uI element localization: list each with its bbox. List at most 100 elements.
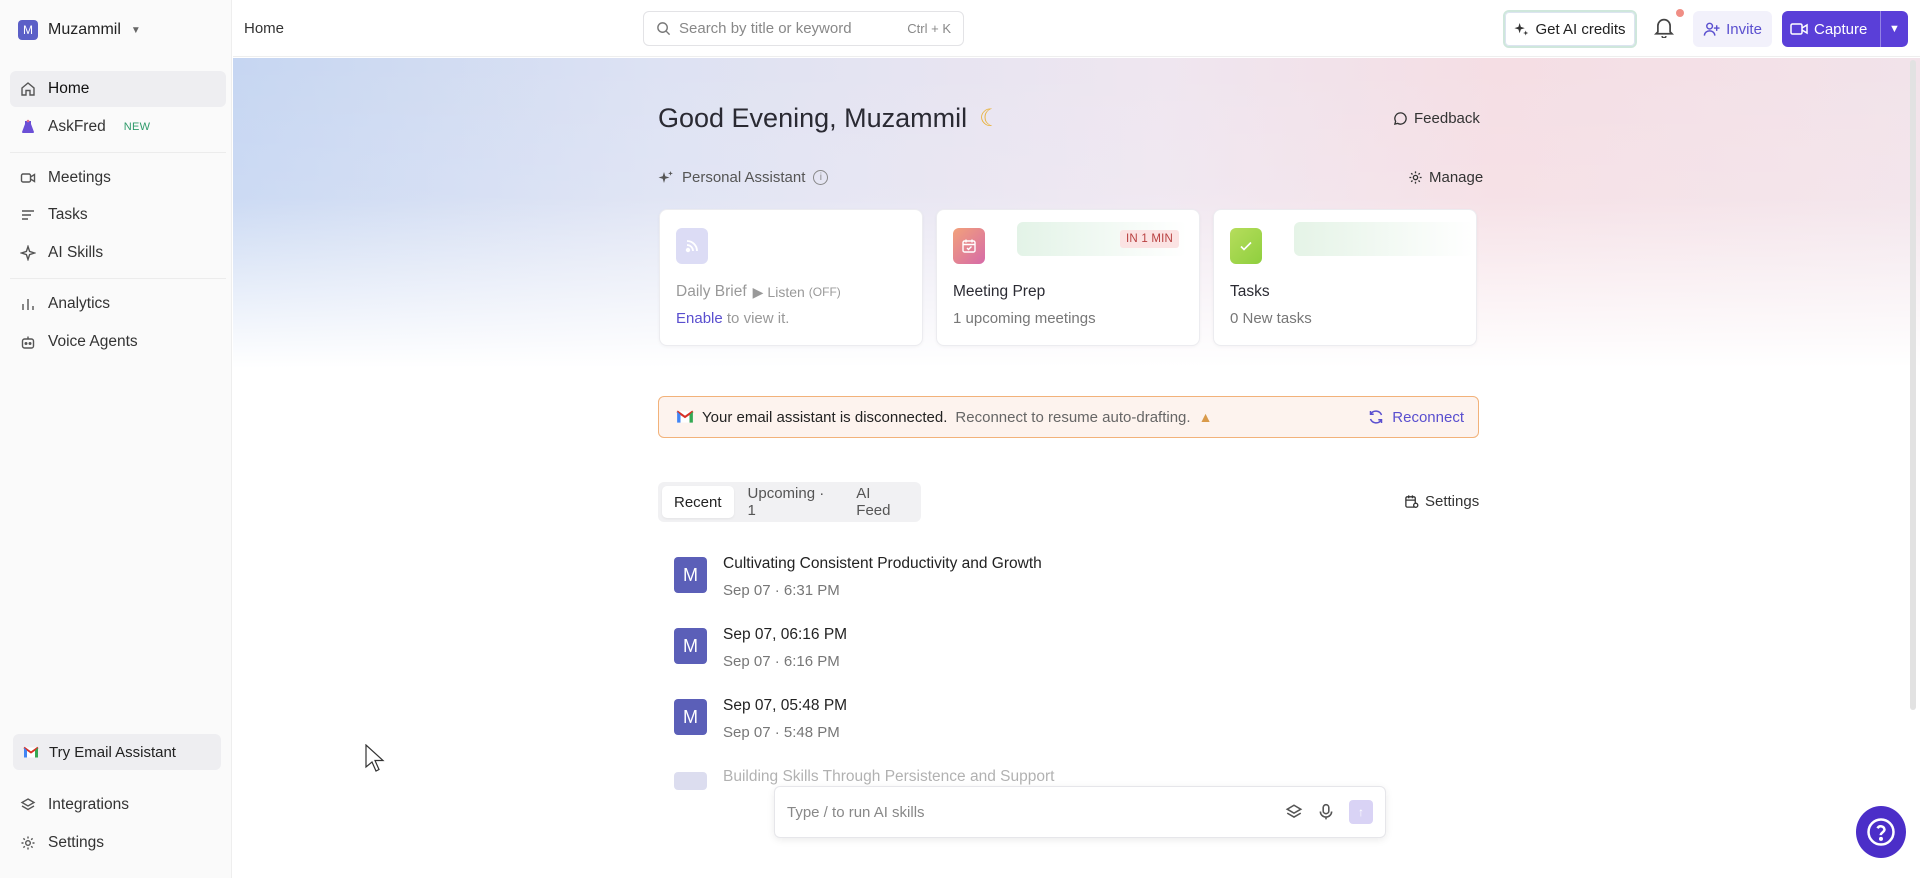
sidebar-item-integrations[interactable]: Integrations — [10, 787, 226, 823]
meeting-datetime: Sep 07 · 6:16 PM — [723, 653, 840, 670]
gmail-icon — [23, 746, 39, 759]
meeting-prep-title: Meeting Prep — [953, 283, 1046, 300]
list-settings-label: Settings — [1425, 493, 1480, 510]
tab-upcoming[interactable]: Upcoming · 1 — [736, 485, 843, 519]
daily-brief-title: Daily Brief ▶ Listen (OFF) — [676, 283, 841, 301]
card-glow — [1294, 222, 1474, 256]
info-icon[interactable]: i — [813, 170, 829, 185]
list-item[interactable]: M Sep 07, 05:48 PM Sep 07 · 5:48 PM — [674, 697, 847, 741]
layers-icon — [20, 797, 36, 813]
avatar: M — [674, 628, 707, 664]
sidebar-item-voice-agents[interactable]: Voice Agents — [10, 324, 226, 360]
search-input[interactable]: Search by title or keyword Ctrl + K — [643, 11, 964, 46]
layers-icon[interactable] — [1285, 803, 1303, 821]
sidebar: M Muzammil ▼ Home AskFred NEW Meetings T… — [0, 0, 232, 878]
bell-icon[interactable] — [1654, 16, 1678, 40]
enable-suffix: to view it. — [722, 310, 790, 327]
personal-assistant-header: Personal Assistant i — [658, 169, 829, 186]
capture-main[interactable]: Capture — [1782, 11, 1880, 47]
top-bar: Home Search by title or keyword Ctrl + K… — [233, 0, 1920, 57]
capture-button[interactable]: Capture ▼ — [1782, 11, 1908, 47]
add-user-icon — [1703, 21, 1720, 37]
gear-icon — [20, 835, 36, 851]
card-title-text: Daily Brief — [676, 283, 747, 300]
page-title: Good Evening, Muzammil ☾ — [658, 103, 1001, 134]
sidebar-item-tasks[interactable]: Tasks — [10, 197, 226, 233]
microphone-icon[interactable] — [1317, 803, 1335, 821]
send-button[interactable]: ↑ — [1349, 800, 1373, 824]
workspace-switcher[interactable]: M Muzammil ▼ — [18, 20, 141, 40]
listen-button[interactable]: ▶ Listen (OFF) — [753, 284, 841, 301]
avatar: M — [674, 557, 707, 593]
tasks-title: Tasks — [1230, 283, 1270, 300]
ai-credits-label: Get AI credits — [1535, 20, 1626, 38]
reconnect-button[interactable]: Reconnect — [1368, 409, 1464, 426]
listen-state: (OFF) — [808, 285, 841, 299]
ai-skills-placeholder: Type / to run AI skills — [787, 803, 925, 821]
sidebar-item-meetings[interactable]: Meetings — [10, 160, 226, 196]
sidebar-item-label: Home — [48, 80, 90, 97]
manage-label: Manage — [1429, 169, 1484, 186]
list-settings-button[interactable]: Settings — [1404, 493, 1479, 510]
tasks-card[interactable]: Tasks 0 New tasks — [1213, 209, 1477, 346]
daily-brief-card[interactable]: Daily Brief ▶ Listen (OFF) Enable to vie… — [659, 209, 923, 346]
greeting-text: Good Evening, Muzammil — [658, 103, 968, 133]
meeting-date: Sep 07 — [723, 724, 771, 741]
chevron-down-icon[interactable]: ▼ — [1881, 23, 1908, 35]
tasks-icon — [1230, 228, 1262, 264]
video-icon — [1790, 22, 1808, 36]
meeting-datetime: Sep 07 · 5:48 PM — [723, 724, 840, 741]
meeting-prep-sub: 1 upcoming meetings — [953, 310, 1096, 327]
sidebar-item-home[interactable]: Home — [10, 71, 226, 107]
tasks-icon — [20, 207, 36, 223]
sidebar-item-settings[interactable]: Settings — [10, 825, 226, 861]
try-email-label: Try Email Assistant — [49, 743, 176, 761]
tab-recent[interactable]: Recent — [662, 486, 734, 518]
personal-assistant-label: Personal Assistant — [682, 169, 806, 186]
time-badge: IN 1 MIN — [1120, 230, 1179, 248]
search-shortcut: Ctrl + K — [907, 21, 951, 36]
meeting-time: 6:16 PM — [783, 653, 840, 670]
invite-button[interactable]: Invite — [1693, 11, 1772, 47]
alert-title: Your email assistant is disconnected. — [702, 408, 948, 426]
sparkle-icon — [20, 245, 36, 262]
manage-button[interactable]: Manage — [1408, 169, 1483, 186]
enable-link[interactable]: Enable — [676, 310, 723, 327]
notification-dot — [1676, 9, 1684, 17]
gear-icon — [1408, 170, 1423, 185]
meeting-prep-card[interactable]: IN 1 MIN Meeting Prep 1 upcoming meeting… — [936, 209, 1200, 346]
get-ai-credits-button[interactable]: Get AI credits — [1503, 10, 1637, 48]
feedback-button[interactable]: Feedback — [1393, 110, 1480, 127]
scrollbar[interactable] — [1910, 60, 1916, 710]
sidebar-item-label: Tasks — [48, 206, 88, 224]
ai-skills-input[interactable]: Type / to run AI skills ↑ — [774, 786, 1386, 838]
listen-label: Listen — [767, 284, 805, 300]
chevron-down-icon: ▼ — [130, 24, 141, 36]
refresh-icon — [1368, 409, 1384, 425]
sidebar-item-analytics[interactable]: Analytics — [10, 286, 226, 322]
sidebar-item-ai-skills[interactable]: AI Skills — [10, 235, 226, 271]
alert-text: Reconnect to resume auto-drafting. — [955, 408, 1191, 426]
divider — [10, 151, 226, 153]
tab-ai-feed[interactable]: AI Feed — [844, 485, 917, 519]
list-item[interactable]: M Sep 07, 06:16 PM Sep 07 · 6:16 PM — [674, 626, 847, 670]
calendar-settings-icon — [1404, 494, 1419, 509]
breadcrumb: Home — [244, 20, 285, 37]
tasks-sub: 0 New tasks — [1230, 310, 1312, 327]
invite-label: Invite — [1726, 20, 1762, 38]
warning-icon: ▲ — [1198, 409, 1213, 425]
sidebar-item-label: Voice Agents — [48, 332, 138, 350]
meeting-date: Sep 07 — [723, 582, 771, 599]
try-email-assistant-button[interactable]: Try Email Assistant — [13, 734, 221, 770]
avatar — [674, 772, 707, 790]
meeting-time: 5:48 PM — [783, 724, 840, 741]
meeting-datetime: Sep 07 · 6:31 PM — [723, 582, 840, 599]
sidebar-item-label: Settings — [48, 833, 105, 851]
askfred-icon — [20, 119, 36, 135]
search-placeholder: Search by title or keyword — [679, 20, 852, 37]
sidebar-item-label: AI Skills — [48, 244, 104, 262]
list-item[interactable]: M Cultivating Consistent Productivity an… — [674, 555, 1042, 599]
sidebar-item-askfred[interactable]: AskFred NEW — [10, 109, 226, 145]
help-button[interactable] — [1856, 806, 1906, 858]
help-icon — [1866, 817, 1896, 847]
